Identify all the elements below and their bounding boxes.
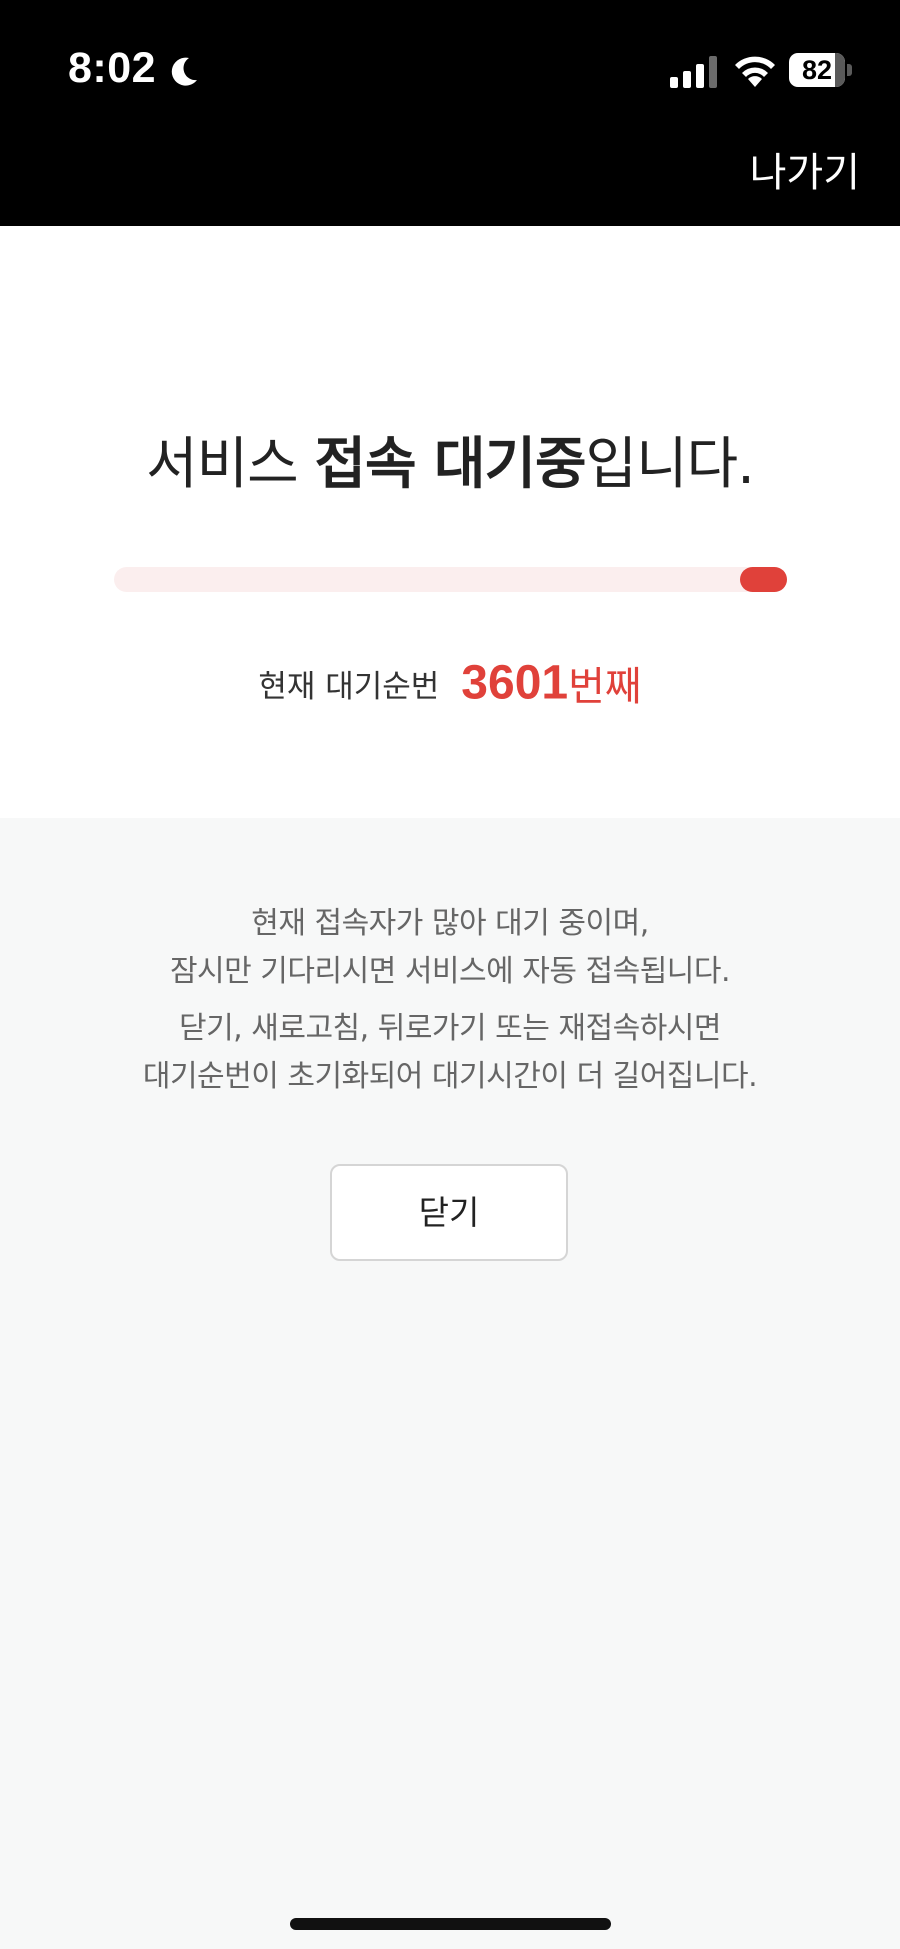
- queue-label: 현재 대기순번: [258, 668, 440, 705]
- title-emphasis: 접속 대기중: [314, 432, 586, 497]
- wifi-icon: [735, 56, 775, 87]
- queue-progress-bar: [114, 567, 787, 592]
- notice-line: 현재 접속자가 많아 대기 중이며,: [251, 906, 649, 941]
- info-panel: 현재 접속자가 많아 대기 중이며, 잠시만 기다리시면 서비스에 자동 접속됩…: [0, 818, 900, 1949]
- battery-body: 82: [789, 53, 845, 87]
- battery-level: 82: [801, 55, 833, 85]
- status-time: 8:02: [68, 44, 157, 92]
- queue-number: 3601: [461, 656, 569, 710]
- queue-position: 현재 대기순번 3601번째: [0, 654, 900, 712]
- close-button[interactable]: 닫기: [330, 1164, 568, 1261]
- home-indicator: [290, 1918, 611, 1930]
- notice-line: 닫기, 새로고침, 뒤로가기 또는 재접속하시면: [178, 1011, 722, 1046]
- page-title: 서비스 접속 대기중입니다.: [0, 419, 900, 500]
- cellular-signal-icon: [670, 56, 717, 88]
- title-suffix: 입니다.: [585, 432, 755, 497]
- battery-cap: [847, 64, 852, 76]
- queue-progress-fill: [739, 567, 787, 592]
- top-bar: 8:02 82 나가기: [0, 0, 900, 226]
- notice-warning: 닫기, 새로고침, 뒤로가기 또는 재접속하시면 대기순번이 초기화되어 대기시…: [0, 1005, 900, 1101]
- battery-icon: 82: [789, 53, 853, 87]
- notice-line: 대기순번이 초기화되어 대기시간이 더 길어집니다.: [142, 1059, 758, 1094]
- queue-suffix: 번째: [568, 664, 642, 710]
- title-prefix: 서비스: [146, 432, 315, 497]
- moon-icon: [171, 57, 197, 86]
- exit-button[interactable]: 나가기: [750, 140, 860, 198]
- notice-waiting: 현재 접속자가 많아 대기 중이며, 잠시만 기다리시면 서비스에 자동 접속됩…: [0, 900, 900, 996]
- waiting-panel: 서비스 접속 대기중입니다. 현재 대기순번 3601번째: [0, 226, 900, 818]
- notice-line: 잠시만 기다리시면 서비스에 자동 접속됩니다.: [169, 954, 731, 989]
